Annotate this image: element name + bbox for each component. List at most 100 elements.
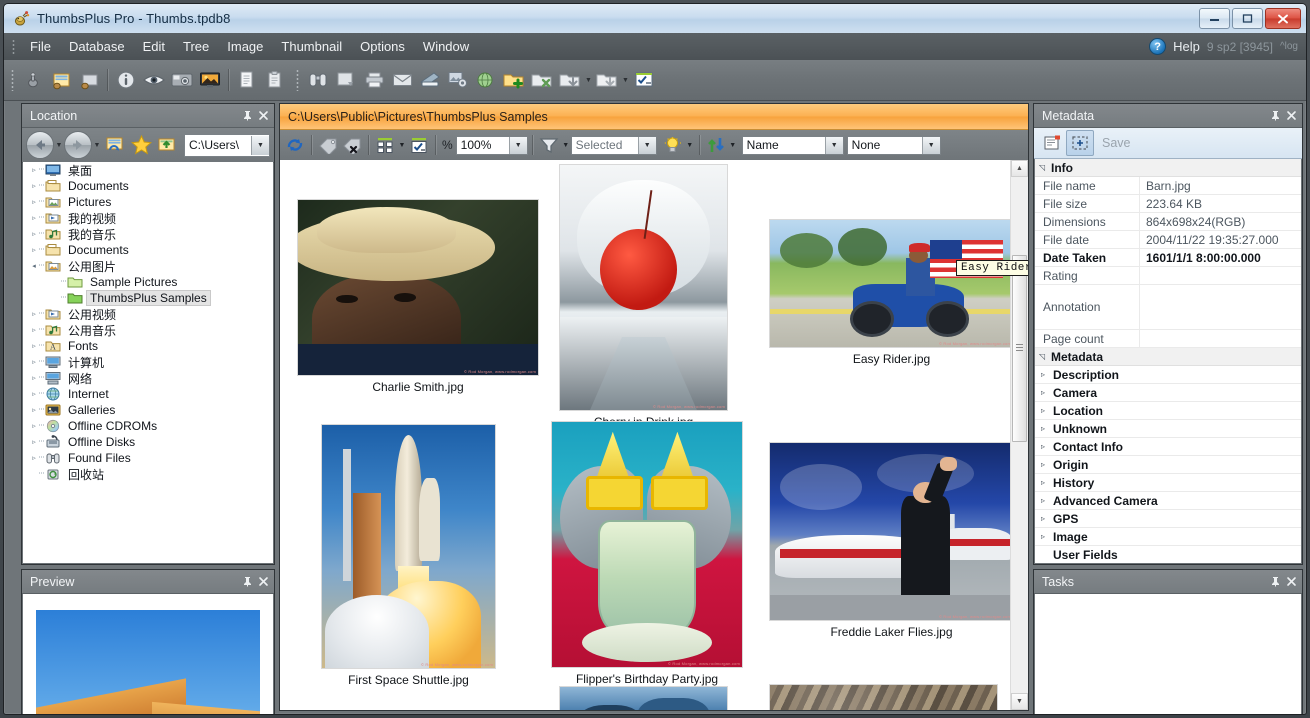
properties-icon[interactable] xyxy=(1040,131,1066,155)
metadata-row[interactable]: Dimensions 864x698x24(RGB) xyxy=(1035,213,1301,231)
metadata-subgroup-image[interactable]: ▹ Image xyxy=(1035,528,1301,546)
tree-item-[interactable]: ▹ 我的视频 xyxy=(23,210,273,226)
pin-icon[interactable] xyxy=(240,109,254,123)
menu-options[interactable]: Options xyxy=(351,35,414,58)
sort-chevron-down-icon-2[interactable]: ▼ xyxy=(824,136,843,154)
metadata-value[interactable]: 1601/1/1 8:00:00.000 xyxy=(1140,249,1301,266)
thumbnail-grid-area[interactable]: © Rod Morgan, www.rodmorgan.com Charlie S… xyxy=(280,160,1028,710)
delete-folder-icon[interactable] xyxy=(529,67,555,93)
star-icon[interactable] xyxy=(128,132,154,158)
forward-arrow-icon[interactable] xyxy=(64,131,92,159)
tasks-list[interactable] xyxy=(1035,594,1301,714)
tree-item-[interactable]: ▹ 公用视频 xyxy=(23,306,273,322)
log-label[interactable]: ^log xyxy=(1280,41,1298,52)
thumbnail-first-space-shuttle[interactable]: © Rod Morgan, www.rodmorgan.com First Spa… xyxy=(322,425,495,687)
zoom-chevron-down-icon[interactable]: ▼ xyxy=(508,136,527,154)
thumbnail-image[interactable] xyxy=(770,685,997,710)
metadata-subgroup-user-fields[interactable]: User Fields xyxy=(1035,546,1301,563)
tree-item-[interactable]: ◂ 公用图片 xyxy=(23,258,273,274)
untag-icon[interactable] xyxy=(340,133,364,157)
chevron-right-icon[interactable]: ▹ xyxy=(1041,406,1053,415)
tree-item-[interactable]: ▹ 桌面 xyxy=(23,162,273,178)
back-chevron-down-icon[interactable]: ▼ xyxy=(54,142,64,149)
metadata-subgroup-origin[interactable]: ▹ Origin xyxy=(1035,456,1301,474)
scroll-up-button[interactable]: ▲ xyxy=(1011,160,1028,177)
chevron-down-icon[interactable]: ◹ xyxy=(1039,352,1051,361)
chevron-right-icon[interactable]: ▹ xyxy=(29,246,39,254)
metadata-value[interactable] xyxy=(1140,330,1301,347)
toolbar-grip-1[interactable] xyxy=(11,69,14,91)
lightbulb-chevron-down-icon[interactable]: ▼ xyxy=(685,142,695,149)
metadata-subgroup-history[interactable]: ▹ History xyxy=(1035,474,1301,492)
download-folder2-icon[interactable] xyxy=(594,67,620,93)
menu-tree[interactable]: Tree xyxy=(174,35,218,58)
metadata-value[interactable]: 2004/11/22 19:35:27.000 xyxy=(1140,231,1301,248)
batch-icon[interactable] xyxy=(333,67,359,93)
email-icon[interactable] xyxy=(389,67,415,93)
filter-funnel-icon[interactable] xyxy=(537,133,561,157)
menu-window[interactable]: Window xyxy=(414,35,478,58)
scroll-down-button[interactable]: ▼ xyxy=(1011,693,1028,710)
grid-view-icon[interactable] xyxy=(373,133,397,157)
thumbnail-image[interactable] xyxy=(560,687,727,710)
chevron-right-icon[interactable]: ▹ xyxy=(1041,532,1053,541)
thumbnail-image[interactable]: © Rod Morgan, www.rodmorgan.com xyxy=(298,200,538,375)
menu-thumbnail[interactable]: Thumbnail xyxy=(272,35,351,58)
maximize-button[interactable] xyxy=(1232,8,1263,29)
chevron-right-icon[interactable]: ▹ xyxy=(29,198,39,206)
chevron-right-icon[interactable]: ▹ xyxy=(1041,424,1053,433)
toolbar-grip-2[interactable] xyxy=(296,69,299,91)
image-settings-icon[interactable] xyxy=(445,67,471,93)
grid-view-chevron-down-icon[interactable]: ▼ xyxy=(397,142,407,149)
thumbnail-freddie-laker[interactable]: © Rod Morgan, www.rodmorgan.com Freddie L… xyxy=(770,443,1013,639)
tree-item-[interactable]: ▹ 公用音乐 xyxy=(23,322,273,338)
metadata-subgroup-unknown[interactable]: ▹ Unknown xyxy=(1035,420,1301,438)
thumbnail-image[interactable]: © Rod Morgan, www.rodmorgan.com xyxy=(770,220,1013,347)
select-checklist-icon[interactable] xyxy=(631,67,657,93)
close-icon[interactable] xyxy=(1284,109,1298,123)
chevron-right-icon[interactable]: ▹ xyxy=(29,422,39,430)
close-icon[interactable] xyxy=(256,109,270,123)
sort-arrows-icon[interactable] xyxy=(704,133,728,157)
chevron-right-icon[interactable]: ▹ xyxy=(29,406,39,414)
zoom-combo[interactable]: 100% ▼ xyxy=(455,135,528,155)
location-path-input[interactable]: C:\Users\ ▼ xyxy=(184,133,270,157)
metadata-subgroup-description[interactable]: ▹ Description xyxy=(1035,366,1301,384)
up-folder-icon[interactable] xyxy=(154,132,180,158)
metadata-row[interactable]: File name Barn.jpg xyxy=(1035,177,1301,195)
slideshow-icon[interactable] xyxy=(169,67,195,93)
back-arrow-icon[interactable] xyxy=(26,131,54,159)
chevron-right-icon[interactable]: ▹ xyxy=(29,390,39,398)
tree-item-[interactable]: ▹ 网络 xyxy=(23,370,273,386)
thumbnail-scrollbar[interactable]: ▲ ▼ xyxy=(1010,160,1028,710)
thumbnail-flippers-birthday[interactable]: © Rod Morgan, www.rodmorgan.com Flipper's… xyxy=(552,422,742,686)
help-link[interactable]: Help xyxy=(1173,39,1200,54)
chevron-down-icon[interactable]: ◂ xyxy=(29,262,39,270)
metadata-row[interactable]: Rating xyxy=(1035,267,1301,285)
chevron-right-icon[interactable]: ▹ xyxy=(29,358,39,366)
tree-item-documents[interactable]: ▹ Documents xyxy=(23,178,273,194)
thumbnail-image[interactable]: © Rod Morgan, www.rodmorgan.com xyxy=(770,443,1013,620)
thumbnail-easy-rider[interactable]: © Rod Morgan, www.rodmorgan.com Easy Ride… xyxy=(770,220,1013,366)
pin-icon[interactable] xyxy=(240,575,254,589)
metadata-row[interactable]: Annotation xyxy=(1035,285,1301,330)
chevron-down-icon[interactable]: ◹ xyxy=(1039,163,1051,172)
metadata-field-list[interactable]: ◹ Info File name Barn.jpg File size 223.64 KB… xyxy=(1035,159,1301,563)
tree-item-offline-disks[interactable]: ▹ Offline Disks xyxy=(23,434,273,450)
metadata-row[interactable]: File size 223.64 KB xyxy=(1035,195,1301,213)
metadata-value[interactable] xyxy=(1140,285,1301,329)
metadata-subgroup-location[interactable]: ▹ Location xyxy=(1035,402,1301,420)
minimize-button[interactable] xyxy=(1199,8,1230,29)
metadata-subgroup-camera[interactable]: ▹ Camera xyxy=(1035,384,1301,402)
sort-combo[interactable]: Name ▼ xyxy=(741,135,844,155)
tree-item-offline-cdroms[interactable]: ▹ Offline CDROMs xyxy=(23,418,273,434)
refresh-icon[interactable] xyxy=(283,133,307,157)
metadata-row[interactable]: Page count xyxy=(1035,330,1301,348)
help-icon[interactable]: ? xyxy=(1149,38,1167,55)
tree-item-galleries[interactable]: ▹ Galleries xyxy=(23,402,273,418)
thumbnail-image[interactable]: © Rod Morgan, www.rodmorgan.com xyxy=(552,422,742,667)
close-icon[interactable] xyxy=(1284,575,1298,589)
info-icon[interactable] xyxy=(113,67,139,93)
web-page-icon[interactable] xyxy=(473,67,499,93)
metadata-value[interactable]: 864x698x24(RGB) xyxy=(1140,213,1301,230)
